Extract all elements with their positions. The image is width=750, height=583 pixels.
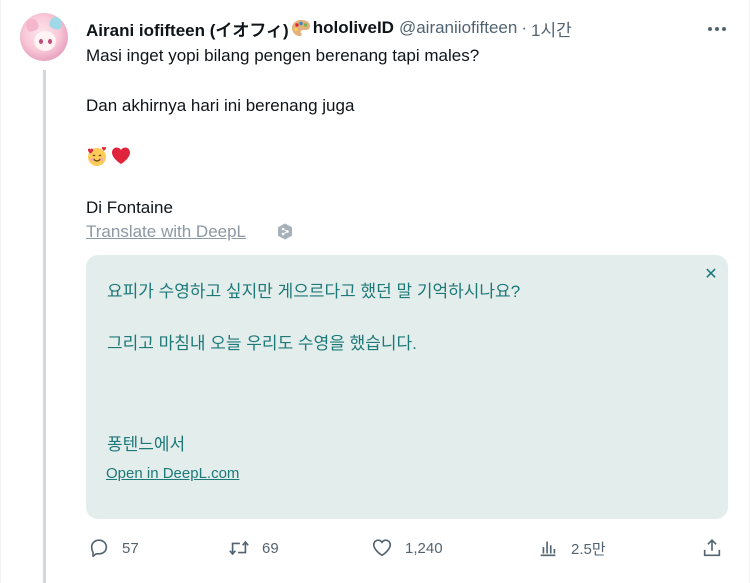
avatar-eye bbox=[48, 39, 52, 44]
author-handle[interactable]: @airaniiofifteen bbox=[399, 18, 517, 38]
repost-button[interactable]: 69 bbox=[228, 535, 279, 561]
post-time[interactable]: 1시간 bbox=[531, 16, 572, 41]
avatar-eye bbox=[39, 39, 43, 44]
post-text-line: Masi inget yopi bilang pengen berenang t… bbox=[86, 46, 480, 65]
like-count: 1,240 bbox=[405, 539, 443, 557]
reply-count: 57 bbox=[122, 539, 139, 557]
post-text-line: Dan akhirnya hari ini berenang juga bbox=[86, 96, 355, 115]
thread-line bbox=[43, 70, 46, 583]
red-heart-icon bbox=[112, 147, 130, 164]
views-button[interactable]: 2.5만 bbox=[537, 535, 606, 561]
translation-line: 퐁텐느에서 bbox=[107, 435, 186, 454]
smiling-face-with-hearts-icon bbox=[88, 146, 106, 166]
deepl-logo-icon[interactable] bbox=[277, 223, 293, 240]
heart-icon bbox=[372, 539, 392, 557]
reply-icon bbox=[90, 539, 108, 558]
author-suffix[interactable]: hololiveID bbox=[313, 18, 394, 38]
like-button[interactable]: 1,240 bbox=[371, 535, 443, 561]
avatar[interactable] bbox=[20, 13, 68, 61]
translation-line: 요피가 수영하고 싶지만 게으르다고 했던 말 기억하시나요? bbox=[107, 282, 521, 301]
emoji-row bbox=[86, 145, 132, 167]
reply-button[interactable]: 57 bbox=[88, 535, 139, 561]
more-icon[interactable] bbox=[704, 19, 730, 39]
share-icon bbox=[703, 539, 721, 557]
repost-icon bbox=[229, 540, 249, 556]
post-header: Airani iofifteen (イオフィ) hololiveID @aira… bbox=[86, 16, 572, 41]
repost-count: 69 bbox=[262, 539, 279, 557]
avatar-ear bbox=[24, 17, 40, 33]
open-in-deepl-link[interactable]: Open in DeepL.com bbox=[106, 465, 239, 482]
artist-palette-icon bbox=[291, 20, 310, 36]
views-icon bbox=[540, 541, 556, 557]
avatar-face bbox=[34, 31, 56, 51]
views-count: 2.5만 bbox=[571, 540, 606, 558]
separator-dot: · bbox=[521, 18, 528, 37]
translation-line: 그리고 마침내 오늘 우리도 수영을 했습니다. bbox=[107, 334, 417, 353]
close-icon[interactable]: ✕ bbox=[700, 264, 722, 283]
author-name[interactable]: Airani iofifteen (イオフィ) bbox=[86, 16, 289, 41]
translate-with-deepl-link[interactable]: Translate with DeepL bbox=[86, 222, 246, 242]
post-text-line: Di Fontaine bbox=[86, 198, 173, 217]
share-button[interactable] bbox=[701, 535, 723, 561]
